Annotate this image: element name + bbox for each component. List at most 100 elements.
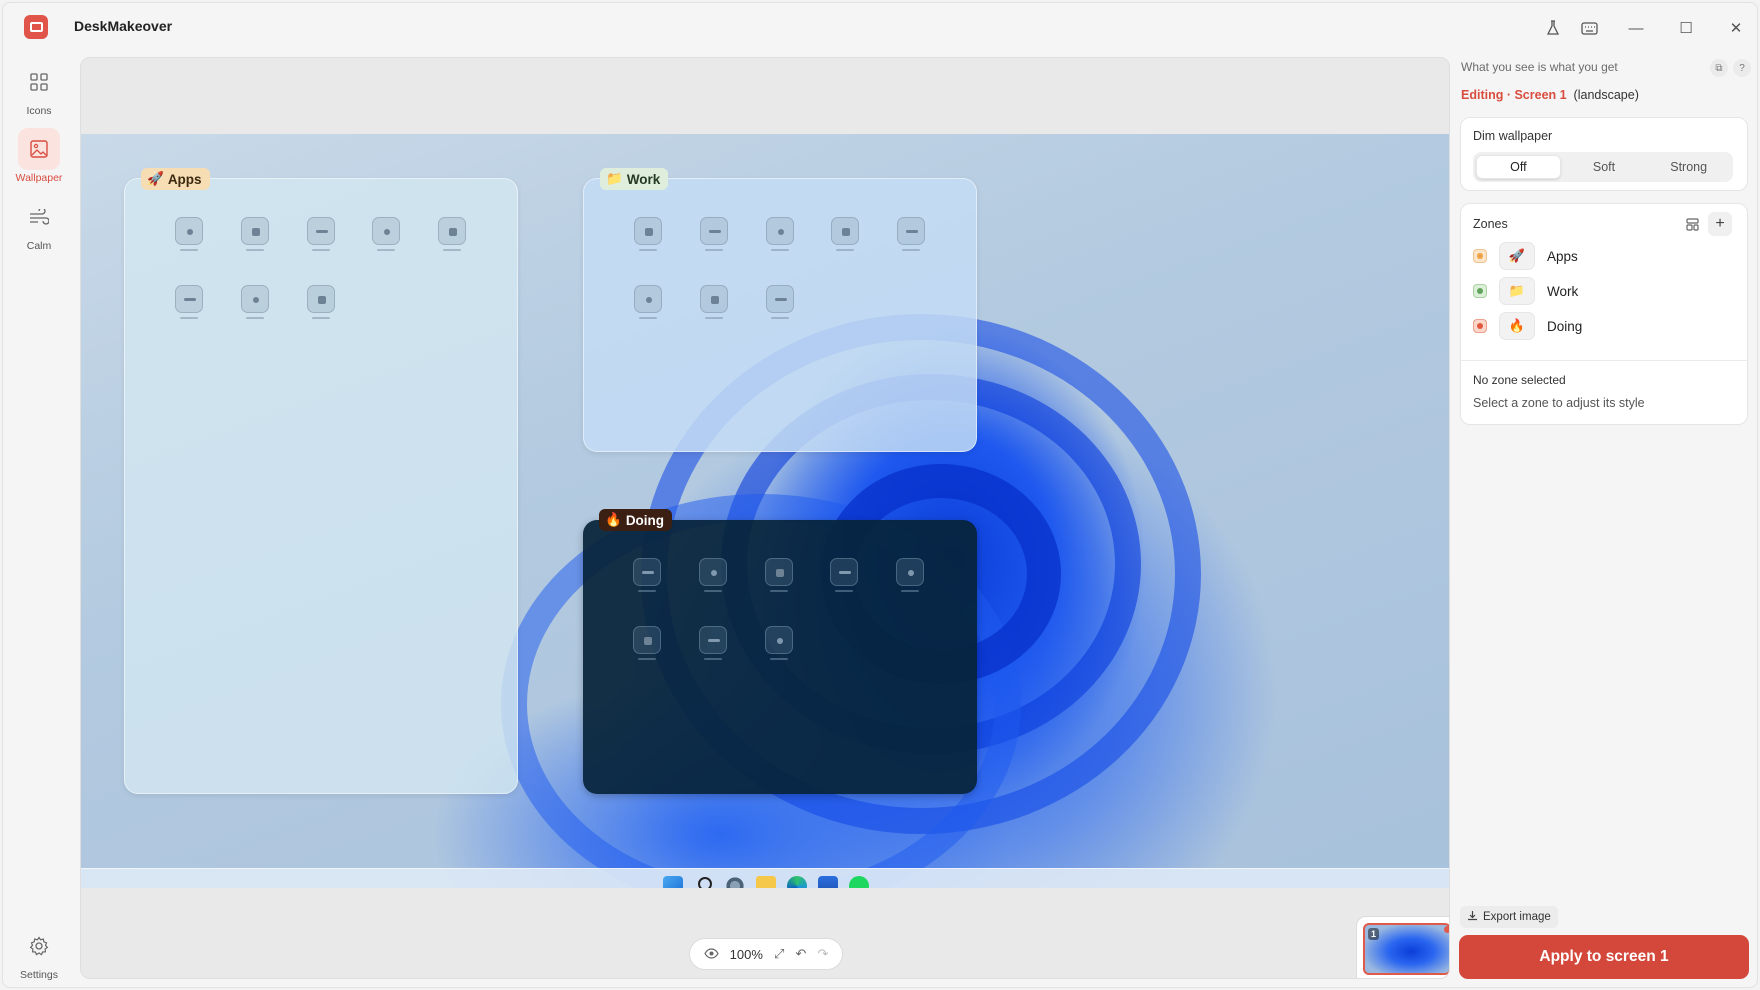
zone-color-swatch[interactable] — [1473, 249, 1487, 263]
zone-color-swatch[interactable] — [1473, 284, 1487, 298]
zoom-level: 100% — [729, 946, 763, 962]
icon-tile[interactable] — [307, 285, 335, 319]
rail-label: Settings — [20, 969, 58, 981]
icon-tile[interactable] — [765, 558, 793, 592]
icon-tile[interactable] — [700, 217, 728, 251]
start-icon[interactable] — [663, 876, 683, 888]
eye-icon[interactable] — [703, 947, 719, 962]
dim-title: Dim wallpaper — [1473, 129, 1553, 143]
zone-apps[interactable]: 🚀 Apps — [124, 168, 518, 794]
redo-icon[interactable]: ↷ — [817, 946, 828, 962]
rail-item-wallpaper[interactable]: Wallpaper — [11, 128, 67, 192]
zone-tag-label: Apps — [167, 171, 202, 187]
dim-option-strong[interactable]: Strong — [1647, 155, 1730, 179]
help-icon[interactable]: ? — [1733, 59, 1751, 77]
edge-icon[interactable] — [787, 876, 807, 888]
no-zone-title: No zone selected — [1473, 373, 1566, 387]
fire-icon[interactable]: 🔥 — [1499, 312, 1535, 340]
zone-row-apps[interactable]: 🚀 Apps — [1473, 241, 1733, 271]
icon-tile[interactable] — [700, 285, 728, 319]
zone-tag: 📁 Work — [600, 168, 669, 190]
layout-icon[interactable] — [1682, 214, 1702, 234]
icon-tile[interactable] — [307, 217, 335, 251]
icon-tile[interactable] — [175, 285, 203, 319]
icon-tile[interactable] — [241, 285, 269, 319]
icon-tile[interactable] — [633, 558, 661, 592]
rail-label: Icons — [26, 105, 52, 117]
zone-tag: 🚀 Apps — [141, 168, 210, 190]
taskbar — [81, 868, 1449, 888]
minimize-button[interactable]: — — [1622, 15, 1650, 41]
rail-item-icons[interactable]: Icons — [11, 61, 67, 125]
zones-title: Zones — [1473, 217, 1508, 231]
image-icon — [18, 128, 60, 170]
dim-wallpaper-card: Dim wallpaper Off Soft Strong — [1460, 117, 1748, 191]
folder-icon[interactable]: 📁 — [1499, 277, 1535, 305]
zone-name: Doing — [1547, 318, 1583, 334]
rail-item-calm[interactable]: Calm — [11, 196, 67, 260]
zoom-toolbar: 100% ⤢ ↶ ↷ — [689, 938, 843, 970]
right-panel: What you see is what you get ⧉ ? Editing… — [1454, 51, 1756, 985]
rocket-icon: 🚀 — [147, 171, 164, 186]
icon-tile[interactable] — [634, 285, 662, 319]
download-icon — [1467, 910, 1478, 924]
icon-tile[interactable] — [766, 285, 794, 319]
export-label: Export image — [1483, 911, 1551, 923]
undo-icon[interactable]: ↶ — [795, 946, 806, 962]
zone-name: Apps — [1547, 248, 1578, 264]
icon-tile[interactable] — [699, 558, 727, 592]
zone-row-work[interactable]: 📁 Work — [1473, 276, 1733, 306]
add-zone-button[interactable]: + — [1708, 212, 1732, 236]
spotify-icon[interactable] — [849, 876, 869, 888]
keyboard-icon[interactable] — [1575, 15, 1603, 41]
editing-screen: Editing · Screen 1 — [1461, 88, 1567, 102]
icon-tile[interactable] — [830, 558, 858, 592]
screen-thumb-1[interactable]: 1 — [1363, 923, 1449, 975]
icon-tile[interactable] — [831, 217, 859, 251]
fire-icon: 🔥 — [605, 512, 622, 527]
icon-tile[interactable] — [241, 217, 269, 251]
icon-tile[interactable] — [765, 626, 793, 660]
icon-tile[interactable] — [438, 217, 466, 251]
folder-icon: 📁 — [606, 171, 623, 186]
no-zone-hint: Select a zone to adjust its style — [1473, 396, 1645, 410]
icon-tile[interactable] — [175, 217, 203, 251]
apply-button[interactable]: Apply to screen 1 — [1459, 935, 1749, 979]
selected-dot — [1444, 926, 1449, 933]
zone-name: Work — [1547, 283, 1579, 299]
rail-label: Calm — [26, 240, 52, 252]
icon-tile[interactable] — [896, 558, 924, 592]
zone-doing[interactable]: 🔥 Doing — [583, 509, 977, 794]
icon-tile[interactable] — [699, 626, 727, 660]
icon-tile[interactable] — [634, 217, 662, 251]
zone-tag: 🔥 Doing — [599, 509, 673, 531]
editing-status: Editing · Screen 1 (landscape) — [1461, 88, 1639, 102]
screen-number: 1 — [1368, 928, 1380, 940]
icon-tile[interactable] — [633, 626, 661, 660]
dim-option-soft[interactable]: Soft — [1563, 155, 1646, 179]
icon-tile[interactable] — [766, 217, 794, 251]
flask-icon[interactable] — [1539, 15, 1567, 41]
wind-icon — [18, 196, 60, 238]
rocket-icon[interactable]: 🚀 — [1499, 242, 1535, 270]
zone-color-swatch[interactable] — [1473, 319, 1487, 333]
rail-item-settings[interactable]: Settings — [11, 925, 67, 987]
settings-app-icon[interactable] — [725, 876, 745, 888]
store-icon[interactable] — [818, 876, 838, 888]
dim-option-off[interactable]: Off — [1476, 155, 1561, 179]
zone-row-doing[interactable]: 🔥 Doing — [1473, 311, 1733, 341]
preview-mode-icon[interactable]: ⧉ — [1710, 59, 1728, 77]
search-icon[interactable] — [694, 876, 714, 888]
expand-icon[interactable]: ⤢ — [774, 946, 784, 962]
folder-app-icon[interactable] — [756, 876, 776, 888]
editing-orientation: (landscape) — [1573, 88, 1639, 102]
export-image-button[interactable]: Export image — [1460, 906, 1558, 928]
zone-work[interactable]: 📁 Work — [583, 168, 977, 452]
app-window: DeskMakeover — ☐ ✕ Icons Wallpaper Calm … — [2, 2, 1758, 988]
close-button[interactable]: ✕ — [1722, 15, 1750, 41]
zones-card: Zones + 🚀 Apps 📁 Work 🔥 Doing No zone se… — [1460, 203, 1748, 425]
icon-tile[interactable] — [897, 217, 925, 251]
icon-tile[interactable] — [372, 217, 400, 251]
panel-header: What you see is what you get — [1461, 60, 1618, 74]
maximize-button[interactable]: ☐ — [1672, 15, 1700, 41]
